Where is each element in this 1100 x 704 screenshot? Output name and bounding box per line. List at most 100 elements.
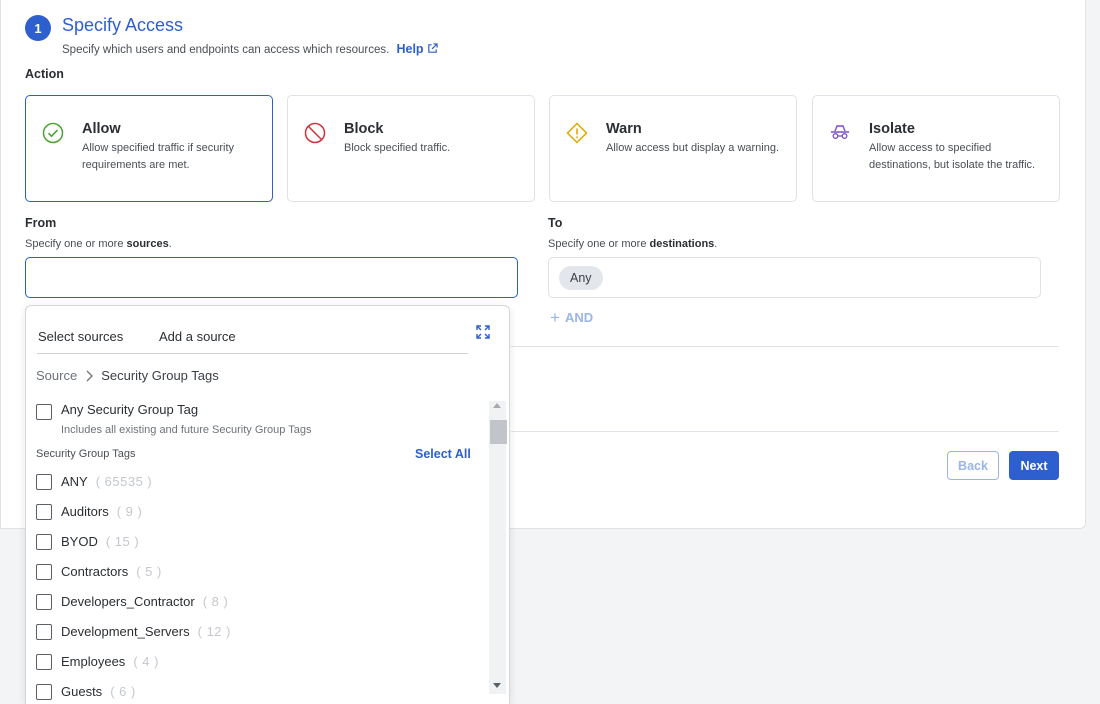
step-number-badge: 1: [25, 15, 51, 41]
item-label: BYOD ( 15 ): [61, 534, 139, 549]
item-checkbox[interactable]: [36, 684, 52, 700]
sgt-section-label: Security Group Tags: [36, 448, 136, 460]
expand-icon[interactable]: [475, 324, 491, 340]
item-count: ( 6 ): [110, 684, 136, 699]
any-sgt-label: Any Security Group Tag: [61, 402, 199, 417]
item-label: Employees ( 4 ): [61, 654, 159, 669]
list-item[interactable]: ANY ( 65535 ): [36, 471, 476, 501]
to-sub-prefix: Specify one or more: [548, 238, 650, 250]
scroll-up-arrow-icon[interactable]: [493, 403, 501, 408]
to-sub-suffix: .: [714, 238, 718, 250]
tab-add-source[interactable]: Add a source: [159, 329, 236, 344]
action-card-desc: Allow access to specified destinations, …: [869, 142, 1036, 171]
breadcrumb-current: Security Group Tags: [101, 368, 219, 383]
to-sub-bold: destinations: [649, 238, 715, 250]
back-button[interactable]: Back: [947, 451, 999, 480]
step-subtitle-text: Specify which users and endpoints can ac…: [62, 44, 390, 56]
item-checkbox[interactable]: [36, 474, 52, 490]
sources-dropdown: Select sources Add a source Source Securi…: [25, 305, 510, 704]
action-card-desc: Allow access but display a warning.: [606, 142, 780, 154]
item-name: Employees: [61, 654, 126, 669]
action-label: Action: [25, 67, 64, 81]
item-count: ( 65535 ): [95, 474, 153, 489]
item-checkbox[interactable]: [36, 504, 52, 520]
chevron-right-icon: [86, 370, 94, 382]
step-title: Specify Access: [62, 15, 184, 35]
list-item[interactable]: Contractors ( 5 ): [36, 561, 476, 591]
list-scrollbar[interactable]: [489, 401, 507, 694]
to-sublabel: Specify one or more destinations.: [548, 238, 717, 250]
item-label: Contractors ( 5 ): [61, 564, 162, 579]
isolate-icon: [831, 125, 849, 139]
destination-chip-any[interactable]: Any: [559, 266, 603, 290]
sources-input[interactable]: [25, 257, 518, 298]
item-name: Guests: [61, 684, 103, 699]
from-sublabel: Specify one or more sources.: [25, 238, 172, 250]
next-button[interactable]: Next: [1009, 451, 1059, 480]
item-name: ANY: [61, 474, 88, 489]
footer-divider: [511, 431, 1059, 432]
breadcrumb: Source Security Group Tags: [36, 368, 219, 383]
item-label: Development_Servers ( 12 ): [61, 624, 231, 639]
section-divider: [511, 346, 1059, 347]
tab-select-sources[interactable]: Select sources: [38, 329, 123, 344]
list-item[interactable]: Developers_Contractor ( 8 ): [36, 591, 476, 621]
item-count: ( 15 ): [105, 534, 140, 549]
action-card-title: Isolate: [869, 121, 915, 137]
item-name: Contractors: [61, 564, 129, 579]
action-card-title: Allow: [82, 121, 121, 137]
external-link-icon: [427, 43, 438, 53]
item-count: ( 9 ): [116, 504, 143, 519]
from-sub-suffix: .: [168, 238, 172, 250]
scroll-thumb[interactable]: [490, 420, 507, 444]
and-label: AND: [564, 310, 594, 325]
action-card-allow[interactable]: Allow Allow specified traffic if securit…: [25, 95, 273, 202]
item-label: Developers_Contractor ( 8 ): [61, 594, 228, 609]
select-all-button[interactable]: Select All: [415, 447, 471, 461]
help-link-label: Help: [396, 42, 424, 56]
item-label: ANY ( 65535 ): [61, 474, 152, 489]
item-name: Developers_Contractor: [61, 594, 195, 609]
plus-icon: +: [550, 308, 560, 327]
scroll-down-arrow-icon[interactable]: [493, 683, 501, 688]
item-checkbox[interactable]: [36, 564, 52, 580]
add-and-condition-button[interactable]: + AND: [550, 308, 593, 328]
list-item[interactable]: BYOD ( 15 ): [36, 531, 476, 561]
to-label: To: [548, 216, 563, 230]
item-checkbox[interactable]: [36, 654, 52, 670]
item-count: ( 5 ): [136, 564, 162, 579]
breadcrumb-source[interactable]: Source: [36, 368, 77, 383]
action-card-desc: Block specified traffic.: [344, 142, 451, 154]
any-sgt-description: Includes all existing and future Securit…: [61, 424, 312, 436]
item-checkbox[interactable]: [36, 534, 52, 550]
action-card-desc: Allow specified traffic if security requ…: [82, 142, 235, 171]
item-count: ( 4 ): [133, 654, 159, 669]
warning-icon: [566, 122, 588, 144]
item-checkbox[interactable]: [36, 594, 52, 610]
action-card-title: Warn: [606, 121, 642, 137]
tab-underline: [37, 353, 468, 354]
action-card-isolate[interactable]: Isolate Allow access to specified destin…: [812, 95, 1060, 202]
list-item[interactable]: Auditors ( 9 ): [36, 501, 476, 531]
action-card-block[interactable]: Block Block specified traffic.: [287, 95, 535, 202]
list-item[interactable]: Guests ( 6 ): [36, 681, 476, 704]
from-sub-prefix: Specify one or more: [25, 238, 127, 250]
step-subtitle: Specify which users and endpoints can ac…: [62, 42, 438, 56]
item-name: Development_Servers: [61, 624, 190, 639]
block-icon: [304, 122, 326, 144]
action-card-warn[interactable]: Warn Allow access but display a warning.: [549, 95, 797, 202]
item-label: Guests ( 6 ): [61, 684, 136, 699]
any-sgt-checkbox[interactable]: [36, 404, 52, 420]
list-item[interactable]: Employees ( 4 ): [36, 651, 476, 681]
item-count: ( 8 ): [202, 594, 229, 609]
destinations-input[interactable]: Any: [548, 257, 1041, 298]
from-sub-bold: sources: [126, 238, 169, 250]
help-link[interactable]: Help: [396, 42, 438, 56]
list-item[interactable]: Development_Servers ( 12 ): [36, 621, 476, 651]
check-circle-icon: [42, 122, 64, 144]
action-card-title: Block: [344, 121, 384, 137]
item-name: BYOD: [61, 534, 98, 549]
item-checkbox[interactable]: [36, 624, 52, 640]
item-label: Auditors ( 9 ): [61, 504, 142, 519]
item-count: ( 12 ): [197, 624, 231, 639]
